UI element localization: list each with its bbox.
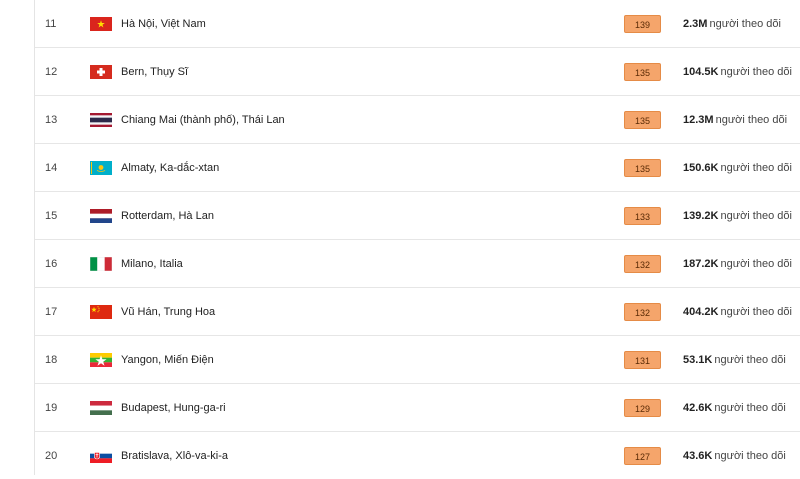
score-badge: 131 (624, 350, 661, 369)
followers-label: người theo dõi (714, 353, 786, 366)
score-badge: 139 (624, 14, 661, 33)
city-name[interactable]: Bratislava, Xlô-va-ki-a (121, 450, 481, 462)
score-badge: 135 (624, 62, 661, 81)
followers-label: người theo dõi (720, 65, 792, 78)
list-item[interactable]: 18 Yangon, Miến Điện 131 53.1K người theo… (35, 336, 800, 384)
followers-number: 2.3M (683, 17, 708, 30)
city-name[interactable]: Hà Nội, Việt Nam (121, 18, 481, 30)
china-flag-icon (90, 304, 112, 319)
list-item[interactable]: 12 Bern, Thụy Sĩ 135 104.5K người theo dõ… (35, 48, 800, 96)
score-badge: 132 (624, 302, 661, 321)
list-item[interactable]: 16 Milano, Italia 132 187.2K người theo d… (35, 240, 800, 288)
followers-number: 104.5K (683, 65, 719, 78)
followers-label: người theo dõi (720, 209, 792, 222)
followers-number: 404.2K (683, 305, 719, 318)
followers-count: 104.5K người theo dõi (683, 66, 792, 78)
city-name[interactable]: Almaty, Ka-dắc-xtan (121, 162, 481, 174)
rank-number: 13 (45, 113, 58, 126)
followers-count: 53.1K người theo dõi (683, 354, 786, 366)
followers-count: 139.2K người theo dõi (683, 210, 792, 222)
city-name[interactable]: Chiang Mai (thành phố), Thái Lan (121, 114, 481, 126)
followers-count: 150.6K người theo dõi (683, 162, 792, 174)
followers-count: 187.2K người theo dõi (683, 258, 792, 270)
score-badge: 132 (624, 254, 661, 273)
list-item[interactable]: 20 Bratislava, Xlô-va-ki-a 127 43.6K ngườ… (35, 432, 800, 479)
followers-count: 43.6K người theo dõi (683, 450, 786, 462)
followers-number: 53.1K (683, 353, 713, 366)
hungary-flag-icon (90, 400, 112, 415)
followers-number: 139.2K (683, 209, 719, 222)
city-name[interactable]: Rotterdam, Hà Lan (121, 210, 481, 222)
followers-count: 404.2K người theo dõi (683, 306, 792, 318)
score-badge: 129 (624, 398, 661, 417)
score-badge: 135 (624, 158, 661, 177)
rank-number: 15 (45, 209, 58, 222)
followers-label: người theo dõi (709, 17, 781, 30)
city-ranking-list-page: 11 Hà Nội, Việt Nam 139 2.3M người theo d… (0, 0, 800, 475)
rank-number: 17 (45, 305, 58, 318)
list-item[interactable]: 14 Almaty, Ka-dắc-xtan 135 150.6K người t… (35, 144, 800, 192)
rank-number: 20 (45, 449, 58, 462)
thailand-flag-icon (90, 112, 112, 127)
city-name[interactable]: Budapest, Hung-ga-ri (121, 402, 481, 414)
rank-number: 11 (45, 17, 57, 30)
rank-number: 16 (45, 257, 58, 270)
followers-count: 42.6K người theo dõi (683, 402, 786, 414)
netherlands-flag-icon (90, 208, 112, 223)
list-item[interactable]: 19 Budapest, Hung-ga-ri 129 42.6K người t… (35, 384, 800, 432)
followers-label: người theo dõi (715, 113, 788, 126)
score-badge: 135 (624, 110, 661, 129)
followers-label: người theo dõi (714, 449, 786, 462)
rank-number: 18 (45, 353, 58, 366)
followers-count: 12.3M người theo dõi (683, 114, 787, 126)
kazakhstan-flag-icon (90, 160, 112, 175)
myanmar-flag-icon (90, 352, 112, 367)
list-item[interactable]: 15 Rotterdam, Hà Lan 133 139.2K người the… (35, 192, 800, 240)
followers-count: 2.3M người theo dõi (683, 18, 781, 30)
city-ranking-list: 11 Hà Nội, Việt Nam 139 2.3M người theo d… (35, 0, 800, 479)
followers-number: 42.6K (683, 401, 713, 414)
followers-label: người theo dõi (720, 305, 792, 318)
vietnam-flag-icon (90, 16, 112, 31)
city-name[interactable]: Yangon, Miến Điện (121, 354, 481, 366)
score-badge: 133 (624, 206, 661, 225)
followers-label: người theo dõi (720, 257, 792, 270)
rank-number: 14 (45, 161, 58, 174)
list-item[interactable]: 17 Vũ Hán, Trung Hoa 132 404.2K người the… (35, 288, 800, 336)
followers-number: 187.2K (683, 257, 719, 270)
followers-number: 150.6K (683, 161, 719, 174)
rank-number: 12 (45, 65, 58, 78)
switzerland-flag-icon (90, 64, 112, 79)
score-badge: 127 (624, 446, 661, 465)
slovakia-flag-icon (90, 448, 112, 463)
followers-number: 43.6K (683, 449, 713, 462)
city-name[interactable]: Milano, Italia (121, 258, 481, 270)
list-item[interactable]: 11 Hà Nội, Việt Nam 139 2.3M người theo d… (35, 0, 800, 48)
followers-label: người theo dõi (714, 401, 786, 414)
followers-label: người theo dõi (720, 161, 792, 174)
followers-number: 12.3M (683, 113, 714, 126)
city-name[interactable]: Bern, Thụy Sĩ (121, 66, 481, 78)
city-name[interactable]: Vũ Hán, Trung Hoa (121, 306, 481, 318)
list-item[interactable]: 13 Chiang Mai (thành phố), Thái Lan 135 … (35, 96, 800, 144)
italy-flag-icon (90, 256, 112, 271)
rank-number: 19 (45, 401, 58, 414)
